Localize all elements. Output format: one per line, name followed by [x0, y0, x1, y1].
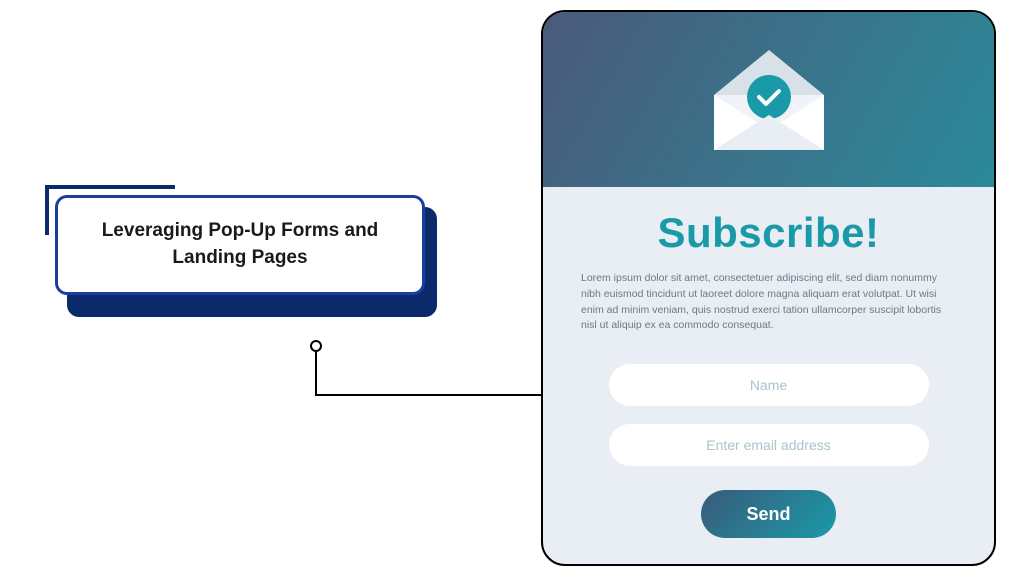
- connector-dot: [310, 340, 322, 352]
- send-button[interactable]: Send: [701, 490, 836, 538]
- subscribe-header: [543, 12, 994, 187]
- connector: [310, 340, 550, 400]
- subscribe-form: Send: [543, 364, 994, 538]
- subscribe-description: Lorem ipsum dolor sit amet, consectetuer…: [543, 271, 994, 334]
- title-card: Leveraging Pop-Up Forms and Landing Page…: [55, 195, 425, 295]
- subscribe-panel: Subscribe! Lorem ipsum dolor sit amet, c…: [541, 10, 996, 566]
- email-input[interactable]: [609, 424, 929, 466]
- title-text: Leveraging Pop-Up Forms and Landing Page…: [88, 218, 392, 271]
- subscribe-heading: Subscribe!: [543, 209, 994, 257]
- name-input[interactable]: [609, 364, 929, 406]
- connector-vertical-line: [315, 352, 317, 396]
- title-card-wrapper: Leveraging Pop-Up Forms and Landing Page…: [55, 195, 425, 295]
- connector-horizontal-line: [316, 394, 550, 396]
- envelope-icon: [699, 45, 839, 155]
